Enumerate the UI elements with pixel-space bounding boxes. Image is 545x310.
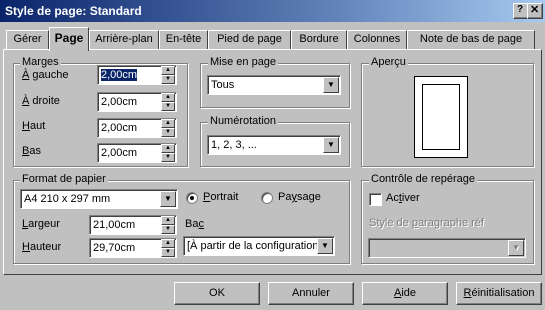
tab-manage[interactable]: Gérer [6, 30, 49, 49]
layout-title: Mise en page [208, 56, 279, 68]
close-icon: ✕ [530, 4, 540, 16]
numbering-dropdown-button[interactable]: ▼ [323, 137, 339, 153]
chevron-down-icon: ▼ [512, 243, 520, 252]
reset-button[interactable]: Réinitialisation [456, 282, 542, 305]
margin-right-spinner[interactable]: ▲ ▼ [161, 93, 175, 111]
layout-dropdown-button[interactable]: ▼ [323, 77, 339, 93]
tab-header[interactable]: En-tête [159, 30, 208, 49]
radio-dot [190, 196, 194, 200]
height-label: Hauteur [22, 241, 62, 253]
help-button[interactable]: Aide [362, 282, 448, 305]
page-preview-text-area [422, 84, 460, 150]
tab-footer[interactable]: Pied de page [208, 30, 291, 49]
register-title: Contrôle de repérage [369, 173, 477, 185]
margin-bottom-spinner[interactable]: ▲ ▼ [161, 144, 175, 162]
preview-title: Aperçu [369, 56, 408, 68]
tray-dropdown-button[interactable]: ▼ [317, 238, 333, 254]
ok-button[interactable]: OK [174, 282, 260, 305]
tray-label: Bac [185, 218, 204, 230]
close-button[interactable]: ✕ [527, 3, 543, 19]
landscape-radio[interactable] [261, 192, 273, 204]
reference-style-select[interactable] [368, 238, 526, 258]
cancel-button[interactable]: Annuler [268, 282, 354, 305]
margin-top-label: Haut [22, 120, 46, 132]
activate-checkbox[interactable] [369, 193, 382, 206]
tab-border[interactable]: Bordure [291, 30, 347, 49]
numbering-title: Numérotation [208, 115, 279, 127]
margin-left-label: À gauche [22, 69, 69, 81]
margin-right-label: À droite [22, 95, 60, 107]
margin-top-spinner[interactable]: ▲ ▼ [161, 119, 175, 137]
tab-footnote[interactable]: Note de bas de page [407, 30, 535, 49]
margins-title: Marges [20, 56, 61, 68]
reference-style-dropdown-button[interactable]: ▼ [508, 240, 524, 256]
window-title: Style de page: Standard [5, 4, 142, 18]
tab-columns[interactable]: Colonnes [347, 30, 407, 49]
paper-format-title: Format de papier [20, 173, 108, 185]
portrait-radio[interactable] [186, 192, 198, 204]
chevron-down-icon: ▼ [321, 241, 329, 250]
chevron-down-icon: ▼ [164, 194, 172, 203]
height-spinner[interactable]: ▲ ▼ [161, 239, 175, 257]
landscape-label[interactable]: Paysage [278, 191, 321, 203]
tab-background[interactable]: Arrière-plan [89, 30, 159, 49]
chevron-down-icon: ▼ [327, 140, 335, 149]
portrait-label[interactable]: Portrait [203, 191, 238, 203]
paper-format-dropdown-button[interactable]: ▼ [160, 191, 176, 207]
paper-format-select[interactable]: A4 210 x 297 mm [20, 189, 178, 209]
margin-left-spinner[interactable]: ▲ ▼ [161, 66, 175, 84]
numbering-select[interactable]: 1, 2, 3, ... [207, 135, 341, 155]
page-preview [414, 76, 468, 158]
question-icon: ? [517, 4, 524, 15]
margin-bottom-label: Bas [22, 145, 41, 157]
chevron-down-icon: ▼ [327, 80, 335, 89]
width-spinner[interactable]: ▲ ▼ [161, 216, 175, 234]
activate-label[interactable]: Activer [386, 192, 420, 204]
reference-style-label: Style de paragraphe réf [369, 217, 484, 229]
tray-select[interactable]: [À partir de la configuration [183, 236, 335, 256]
width-label: Largeur [22, 218, 60, 230]
layout-select[interactable]: Tous [207, 75, 341, 95]
tab-page[interactable]: Page [49, 27, 89, 51]
